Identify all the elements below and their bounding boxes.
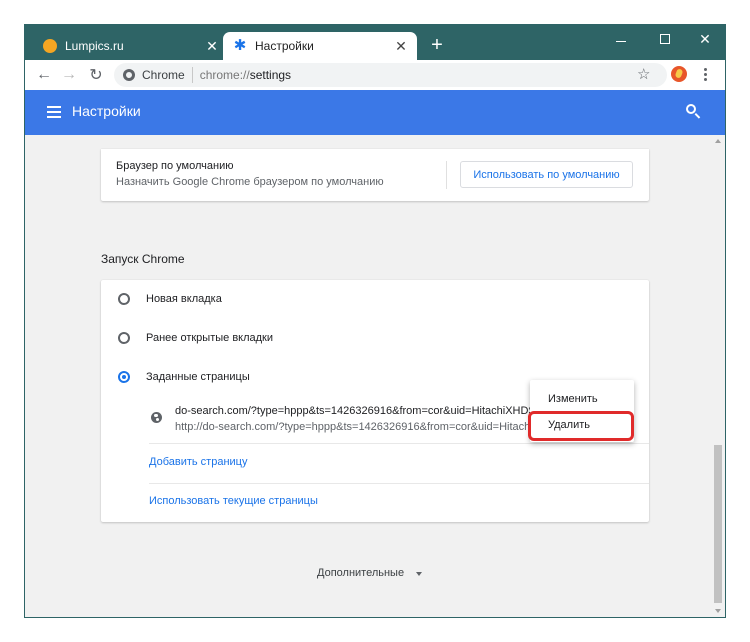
extension-icon[interactable] (671, 66, 687, 82)
back-button[interactable]: ← (33, 64, 55, 86)
chevron-down-icon (416, 571, 423, 576)
tab-title: Настройки (255, 39, 314, 53)
settings-content: Браузер по умолчанию Назначить Google Ch… (25, 135, 711, 617)
maximize-button[interactable] (645, 25, 685, 53)
startup-section-title: Запуск Chrome (101, 252, 185, 266)
url-text: chrome://settings (200, 68, 291, 82)
radio-label: Новая вкладка (146, 293, 222, 305)
hamburger-menu-icon[interactable] (47, 106, 61, 118)
forward-button[interactable]: → (58, 64, 80, 86)
scrollbar-thumb[interactable] (714, 445, 722, 603)
radio-button[interactable] (118, 293, 130, 305)
divider (149, 483, 649, 484)
url-path: settings (249, 68, 292, 82)
radio-button[interactable] (118, 371, 130, 383)
globe-icon (151, 412, 162, 423)
chrome-icon (123, 69, 135, 81)
advanced-label: Дополнительные (317, 567, 405, 579)
use-current-pages-link[interactable]: Использовать текущие страницы (149, 495, 318, 507)
scroll-up-arrow-icon[interactable] (715, 139, 721, 143)
radio-label: Заданные страницы (146, 371, 250, 383)
maximize-icon (660, 34, 670, 44)
tab-title: Lumpics.ru (65, 39, 124, 53)
make-default-button[interactable]: Использовать по умолчанию (460, 161, 633, 188)
scroll-down-arrow-icon[interactable] (715, 609, 721, 613)
title-bar: Lumpics.ru ✕ ✱ Настройки ✕ + ✕ (25, 25, 725, 60)
divider (191, 67, 193, 83)
add-page-link[interactable]: Добавить страницу (149, 456, 247, 468)
radio-new-tab[interactable]: Новая вкладка (101, 284, 649, 314)
minimize-icon (616, 40, 626, 42)
radio-label: Ранее открытые вкладки (146, 332, 274, 344)
search-icon[interactable] (685, 103, 703, 121)
radio-button[interactable] (118, 332, 130, 344)
menu-item-edit[interactable]: Изменить (530, 387, 634, 411)
page-title-text: do-search.com/?type=hppp&ts=1426326916&f… (175, 405, 535, 417)
gear-icon: ✱ (233, 37, 247, 54)
tab-settings[interactable]: ✱ Настройки ✕ (223, 32, 417, 60)
browser-toolbar: ← → ↻ Chrome chrome://settings ☆ (25, 60, 725, 90)
default-browser-title: Браузер по умолчанию (116, 160, 234, 172)
url-scheme: chrome:// (199, 68, 250, 82)
new-tab-button[interactable]: + (427, 35, 447, 57)
page-url-text: http://do-search.com/?type=hppp&ts=14263… (175, 421, 535, 433)
close-icon[interactable]: ✕ (204, 38, 220, 55)
page-title: Настройки (72, 103, 141, 119)
divider (149, 443, 649, 444)
bookmark-star-icon[interactable]: ☆ (637, 65, 650, 83)
default-browser-subtitle: Назначить Google Chrome браузером по умо… (116, 176, 384, 188)
orange-circle-icon (43, 39, 57, 53)
close-icon[interactable]: ✕ (393, 38, 409, 55)
close-window-button[interactable]: ✕ (685, 25, 725, 53)
tab-lumpics[interactable]: Lumpics.ru ✕ (33, 32, 228, 60)
radio-continue[interactable]: Ранее открытые вкладки (101, 323, 649, 353)
menu-kebab-icon[interactable] (697, 66, 713, 84)
advanced-toggle[interactable]: Дополнительные (317, 567, 423, 579)
security-chip: Chrome (142, 68, 185, 82)
minimize-button[interactable] (601, 25, 641, 53)
divider (446, 161, 447, 189)
default-browser-card: Браузер по умолчанию Назначить Google Ch… (101, 149, 649, 201)
browser-window: Lumpics.ru ✕ ✱ Настройки ✕ + ✕ ← → ↻ Chr… (25, 25, 725, 617)
address-bar[interactable]: Chrome chrome://settings (114, 63, 667, 87)
highlight-frame (528, 411, 634, 441)
reload-button[interactable]: ↻ (85, 64, 107, 86)
settings-header: Настройки (25, 90, 725, 135)
scrollbar[interactable] (711, 135, 725, 617)
